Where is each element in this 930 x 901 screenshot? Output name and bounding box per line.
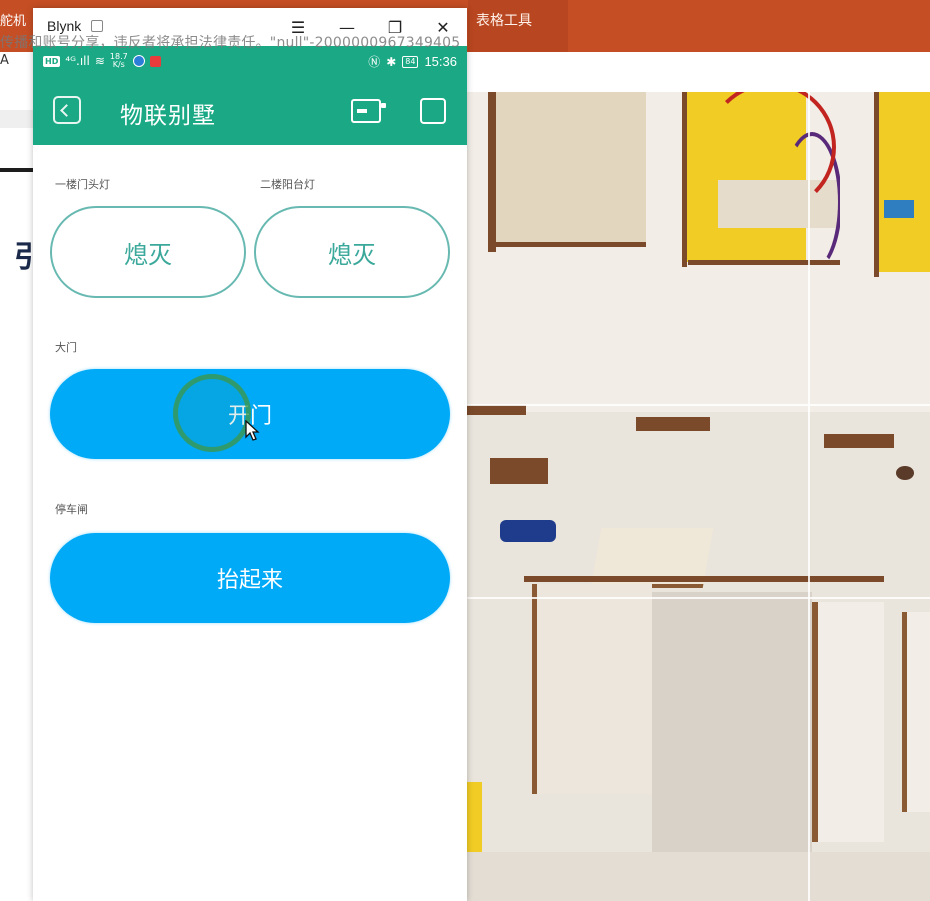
light2-state: 熄灭 [328,240,376,269]
background-left-text: A [0,53,9,68]
camera-photo [466,92,930,901]
light2-button[interactable]: 熄灭 [254,206,450,298]
gate-button-label: 抬起来 [216,568,283,593]
battery-icon: 84 [402,55,419,68]
light1-button[interactable]: 熄灭 [50,206,246,298]
device-icon[interactable] [351,99,381,123]
background-document-bar [0,110,34,128]
project-title: 物联别墅 [120,103,216,129]
gate-raise-button[interactable]: 抬起来 [50,533,450,623]
mouse-cursor-icon [245,420,260,441]
light1-label: 一楼门头灯 [55,178,110,191]
app-bar: 物联别墅 [33,76,467,145]
light2-label: 二楼阳台灯 [260,178,315,191]
background-ribbon-left-text: 舵机 [0,14,27,29]
light1-state: 熄灭 [124,240,172,269]
device-status-dot [381,103,386,108]
signal-icon: ⁴ᴳ.ıll [65,54,90,68]
network-rate-unit: K/s [112,60,125,69]
ribbon-tab-table-tools[interactable]: 表格工具 [476,10,532,30]
hd-badge: HD [43,55,61,67]
project-canvas: 一楼门头灯 二楼阳台灯 熄灭 熄灭 大门 开门 停车闸 抬起来 [33,145,467,901]
wifi-icon: ≋ [94,54,105,68]
watermark-text: 传播和账号分享，违反者将承担法律责任。"null"-20000009673494… [0,35,461,51]
exit-project-icon[interactable] [53,96,81,124]
pin-icon[interactable] [91,20,103,32]
door-label: 大门 [55,341,77,354]
status-time: 15:36 [424,54,457,69]
stop-project-icon[interactable] [420,98,446,124]
bluetooth-icon: ✱ [386,54,397,69]
nfc-icon: Ⓝ [368,55,381,69]
background-document-rule [0,168,34,172]
notification-icon [149,55,161,67]
network-rate: 18.7 K/s [110,53,128,69]
blynk-emulator-window: Blynk ☰ — ❐ ✕ HD ⁴ᴳ.ıll ≋ 18.7 K/s Ⓝ ✱ 8… [33,8,467,901]
gate-label: 停车闸 [55,503,88,516]
browser-icon [132,55,145,67]
touch-indicator [173,374,251,452]
